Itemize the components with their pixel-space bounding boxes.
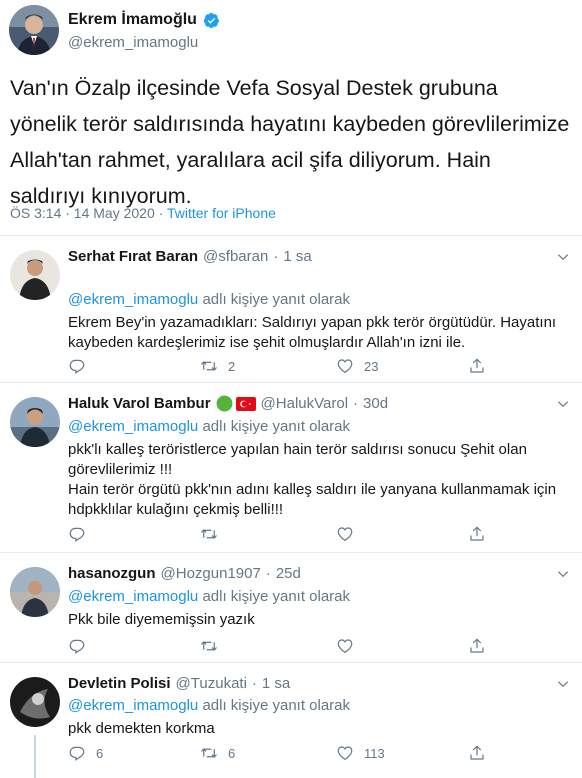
like-count: 113 [364,745,385,761]
share-button[interactable] [468,744,486,762]
reply-text: Ekrem Bey'in yazamadıkları: Saldırıyı ya… [68,314,557,351]
separator-dot: · [251,675,257,692]
reply-tweet: hasanozgun @Hozgun1907 · 25d @ekrem_imam… [0,553,582,663]
reply-text: Pkk bile diyememişsin yazık [68,611,255,628]
share-icon [470,638,484,653]
reply-author-name[interactable]: Devletin Polisi [68,675,171,692]
like-button[interactable] [336,525,364,543]
reply-author-name[interactable]: hasanozgun [68,565,156,582]
reply-text: pkk demekten korkma [68,720,215,737]
reply-mention-link[interactable]: @ekrem_imamoglu [68,697,198,714]
reply-icon [69,639,85,654]
replying-to-label: adlı kişiye yanıt olarak [198,418,351,435]
heart-icon [337,639,353,654]
reply-mention-link[interactable]: @ekrem_imamoglu [68,291,198,308]
reply-author-handle[interactable]: @Tuzukati [176,675,247,692]
replying-to-label: adlı kişiye yanıt olarak [198,588,351,605]
reply-icon [69,746,85,761]
retweet-count: 6 [228,745,236,761]
reply-button[interactable] [68,357,96,375]
replying-to: @ekrem_imamoglu adlı kişiye yanıt olarak [68,418,350,435]
reply-button[interactable]: 6 [68,744,103,762]
share-button[interactable] [468,637,486,655]
name-emoji-flags [216,395,256,412]
retweet-button[interactable] [200,637,228,655]
replying-to: @ekrem_imamoglu adlı kişiye yanıt olarak [68,697,350,714]
like-button[interactable] [336,637,364,655]
tweet-meta: ÖS 3:14 · 14 May 2020 · Twitter for iPho… [10,205,276,221]
replying-to: @ekrem_imamoglu adlı kişiye yanıt olarak [68,588,350,605]
reply-count: 6 [96,745,104,761]
share-icon [470,526,484,541]
reply-author-handle[interactable]: @Hozgun1907 [161,565,261,582]
reply-time[interactable]: 1 sa [262,675,290,692]
main-tweet: Ekrem İmamoğlu @ekrem_imamoglu Van'ın Öz… [0,0,582,236]
thread-connector-line [34,735,36,778]
retweet-button[interactable]: 2 [200,357,235,375]
replying-to: @ekrem_imamoglu adlı kişiye yanıt olarak [68,291,350,308]
author-avatar[interactable] [9,5,59,55]
replying-to-label: adlı kişiye yanıt olarak [198,291,351,308]
retweet-icon [201,641,217,651]
tweet-actions: 2 23 [68,357,498,379]
tweet-timestamp[interactable]: ÖS 3:14 · 14 May 2020 · [10,205,167,221]
reply-author-handle[interactable]: @HalukVarol [261,395,348,412]
retweet-icon [201,748,217,758]
chevron-down-icon[interactable] [556,567,570,581]
reply-avatar[interactable] [10,677,60,727]
verified-badge-icon [203,12,220,29]
turkey-flag-icon [235,396,256,411]
separator-dot: · [265,565,271,582]
separator-dot: · [273,248,279,265]
share-button[interactable] [468,525,486,543]
share-button[interactable] [468,357,486,375]
share-icon [470,745,484,760]
reply-time[interactable]: 30d [363,395,388,412]
reply-author-name[interactable]: Haluk Varol Bambur [68,395,211,412]
reply-button[interactable] [68,525,96,543]
chevron-down-icon[interactable] [556,397,570,411]
heart-icon [337,359,353,374]
author-name[interactable]: Ekrem İmamoğlu [68,11,197,29]
author-handle[interactable]: @ekrem_imamoglu [68,34,198,51]
green-circle-icon [216,395,233,412]
like-button[interactable]: 113 [336,744,385,762]
tweet-actions: 6 6 113 [68,744,498,766]
reply-avatar[interactable] [10,250,60,300]
reply-avatar[interactable] [10,567,60,617]
retweet-count: 2 [228,358,236,374]
reply-text: pkk'lı kalleş teröristlerce yapılan hain… [68,441,557,518]
reply-time[interactable]: 1 sa [283,248,311,265]
tweet-actions [68,525,498,547]
chevron-down-icon[interactable] [556,677,570,691]
reply-author-handle[interactable]: @sfbaran [203,248,268,265]
reply-button[interactable] [68,637,96,655]
like-button[interactable]: 23 [336,357,378,375]
retweet-button[interactable]: 6 [200,744,235,762]
like-count: 23 [364,358,379,374]
reply-tweet: Serhat Fırat Baran @sfbaran · 1 sa @ekre… [0,236,582,383]
reply-mention-link[interactable]: @ekrem_imamoglu [68,588,198,605]
reply-tweet: Haluk Varol Bambur @HalukVarol · 30d @ek… [0,383,582,553]
retweet-icon [201,529,217,539]
separator-dot: · [353,395,359,412]
reply-mention-link[interactable]: @ekrem_imamoglu [68,418,198,435]
reply-icon [69,359,85,374]
replying-to-label: adlı kişiye yanıt olarak [198,697,351,714]
reply-tweet: Devletin Polisi @Tuzukati · 1 sa @ekrem_… [0,663,582,778]
tweet-client-link[interactable]: Twitter for iPhone [167,205,276,221]
reply-avatar[interactable] [10,397,60,447]
reply-time[interactable]: 25d [276,565,301,582]
reply-author-name[interactable]: Serhat Fırat Baran [68,248,198,265]
retweet-button[interactable] [200,525,228,543]
heart-icon [337,746,353,761]
chevron-down-icon[interactable] [556,250,570,264]
reply-icon [69,527,85,542]
tweet-text: Van'ın Özalp ilçesinde Vefa Sosyal Deste… [10,76,570,208]
tweet-actions [68,637,498,659]
retweet-icon [201,361,217,371]
heart-icon [337,527,353,542]
share-icon [470,358,484,373]
